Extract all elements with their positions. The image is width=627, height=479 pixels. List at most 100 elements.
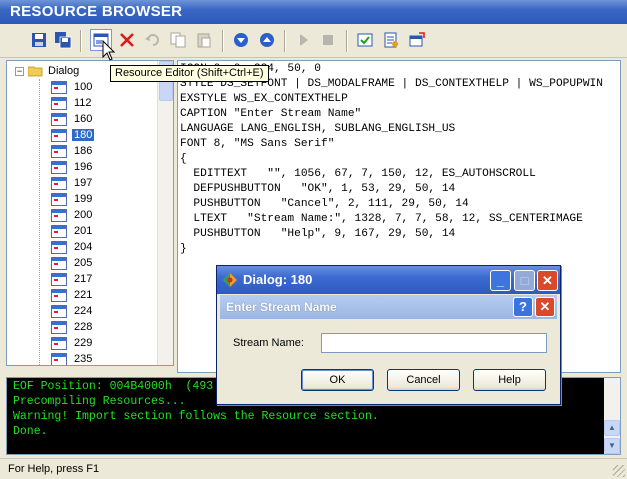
code-line[interactable]: CAPTION "Enter Stream Name" <box>180 107 603 122</box>
tree-scrollbar[interactable] <box>157 61 173 365</box>
toolbar-separator <box>222 30 224 52</box>
code-line[interactable]: EXSTYLE WS_EX_CONTEXTHELP <box>180 92 603 107</box>
properties-icon[interactable] <box>380 29 402 51</box>
tree-item[interactable]: 221 <box>51 287 94 303</box>
tree-item[interactable]: 180 <box>51 127 95 143</box>
tree-item[interactable]: 224 <box>51 303 94 319</box>
status-bar: For Help, press F1 <box>0 458 627 479</box>
tree-item-label: 229 <box>74 337 93 349</box>
code-line[interactable]: LTEXT "Stream Name:", 1328, 7, 7, 58, 12… <box>180 212 603 227</box>
tree-item[interactable]: 196 <box>51 159 94 175</box>
tree-item[interactable]: 229 <box>51 335 94 351</box>
move-down-icon[interactable] <box>230 29 252 51</box>
tree-item[interactable]: 217 <box>51 271 94 287</box>
app-icon <box>223 273 237 287</box>
tree-item-label: 204 <box>74 241 93 253</box>
dialog-resource-icon <box>51 144 67 158</box>
cancel-button[interactable]: Cancel <box>387 369 460 391</box>
dialog-preview-window[interactable]: Dialog: 180 _ □ ✕ Enter Stream Name ? ✕ … <box>216 265 561 405</box>
tree-item-label: 201 <box>74 225 93 237</box>
resource-browser-window: RESOURCE BROWSER − Dialog 100 112 160 18… <box>0 0 627 479</box>
dialog-resource-icon <box>51 352 67 365</box>
tree-item[interactable]: 200 <box>51 207 94 223</box>
paste-icon[interactable] <box>193 29 215 51</box>
scroll-down-icon[interactable]: ▼ <box>604 438 620 454</box>
dialog-resource-icon <box>51 208 67 222</box>
dialog-resource-icon <box>51 128 67 142</box>
tree-item[interactable]: 201 <box>51 223 94 239</box>
undo-icon[interactable] <box>142 29 164 51</box>
resize-grip-icon[interactable] <box>613 465 625 477</box>
code-line[interactable]: DEFPUSHBUTTON "OK", 1, 53, 29, 50, 14 <box>180 182 603 197</box>
export-icon[interactable] <box>406 29 428 51</box>
maximize-button[interactable]: □ <box>514 270 535 291</box>
resource-script-text[interactable]: ICON 0, 0, 224, 50, 0STYLE DS_SETFONT | … <box>180 62 603 257</box>
dialog-resource-icon <box>51 240 67 254</box>
code-line[interactable]: } <box>180 242 603 257</box>
output-line: Precompiling Resources... <box>13 395 186 408</box>
dialog-resource-icon <box>51 320 67 334</box>
move-up-icon[interactable] <box>256 29 278 51</box>
dialog-resource-icon <box>51 112 67 126</box>
tree-root-label: Dialog <box>48 65 80 77</box>
test-dialog-icon[interactable] <box>354 29 376 51</box>
dialog-resource-icon <box>51 192 67 206</box>
tree-node-dialog[interactable]: − Dialog <box>15 63 79 79</box>
tree-item[interactable]: 235 <box>51 351 94 365</box>
save-icon[interactable] <box>28 29 50 51</box>
toolbar-separator <box>346 30 348 52</box>
code-line[interactable]: FONT 8, "MS Sans Serif" <box>180 137 603 152</box>
tree-item[interactable]: 100 <box>51 79 94 95</box>
run-icon[interactable] <box>292 29 314 51</box>
output-line: Warning! Import section follows the Reso… <box>13 410 379 423</box>
code-line[interactable]: { <box>180 152 603 167</box>
toolbar-separator <box>284 30 286 52</box>
dialog-resource-icon <box>51 336 67 350</box>
code-line[interactable]: LANGUAGE LANG_ENGLISH, SUBLANG_ENGLISH_U… <box>180 122 603 137</box>
dialog-resource-icon <box>51 96 67 110</box>
help-icon[interactable]: ? <box>513 297 533 317</box>
resource-tree[interactable]: − Dialog 100 112 160 180 186 196 197 199 200 201 2… <box>6 60 174 366</box>
code-line[interactable]: PUSHBUTTON "Cancel", 2, 111, 29, 50, 14 <box>180 197 603 212</box>
tree-item-label: 196 <box>74 161 93 173</box>
copy-icon[interactable] <box>167 29 189 51</box>
tree-item[interactable]: 204 <box>51 239 94 255</box>
folder-open-icon <box>28 66 43 77</box>
dialog-resource-icon <box>51 224 67 238</box>
stream-name-label: Stream Name: <box>233 337 304 349</box>
tree-item-label: 200 <box>74 209 93 221</box>
tree-item[interactable]: 199 <box>51 191 94 207</box>
tree-item[interactable]: 186 <box>51 143 94 159</box>
collapse-icon[interactable]: − <box>15 66 24 76</box>
inner-close-button[interactable]: ✕ <box>535 297 555 317</box>
stream-name-input[interactable] <box>321 333 547 353</box>
code-line[interactable]: PUSHBUTTON "Help", 9, 167, 29, 50, 14 <box>180 227 603 242</box>
tooltip: Resource Editor (Shift+Ctrl+E) <box>110 65 269 82</box>
tree-item-label: 199 <box>74 193 93 205</box>
output-scrollbar[interactable]: ▲ ▼ <box>604 378 620 454</box>
tree-item-label: 217 <box>74 273 93 285</box>
tree-item[interactable]: 228 <box>51 319 94 335</box>
code-line[interactable]: EDITTEXT "", 1056, 67, 7, 150, 12, ES_AU… <box>180 167 603 182</box>
tree-item[interactable]: 160 <box>51 111 94 127</box>
tree-item-label: 221 <box>74 289 93 301</box>
tree-item[interactable]: 197 <box>51 175 94 191</box>
output-line: Done. <box>13 425 48 438</box>
ok-button[interactable]: OK <box>301 369 374 391</box>
tree-item-label: 197 <box>74 177 93 189</box>
dialog-resource-icon <box>51 160 67 174</box>
dialog-resource-icon <box>51 272 67 286</box>
tree-item[interactable]: 112 <box>51 95 94 111</box>
help-button[interactable]: Help <box>473 369 546 391</box>
close-button[interactable]: ✕ <box>537 270 558 291</box>
tree-item-label: 180 <box>72 129 95 141</box>
scroll-up-icon[interactable]: ▲ <box>604 420 620 436</box>
save-all-icon[interactable] <box>52 29 74 51</box>
window-title: RESOURCE BROWSER <box>0 0 627 24</box>
tree-item[interactable]: 205 <box>51 255 94 271</box>
stop-icon[interactable] <box>317 29 339 51</box>
delete-icon[interactable] <box>116 29 138 51</box>
minimize-button[interactable]: _ <box>490 270 511 291</box>
inner-caption-bar: Enter Stream Name ? ✕ <box>220 295 557 319</box>
toolbar <box>0 24 627 58</box>
